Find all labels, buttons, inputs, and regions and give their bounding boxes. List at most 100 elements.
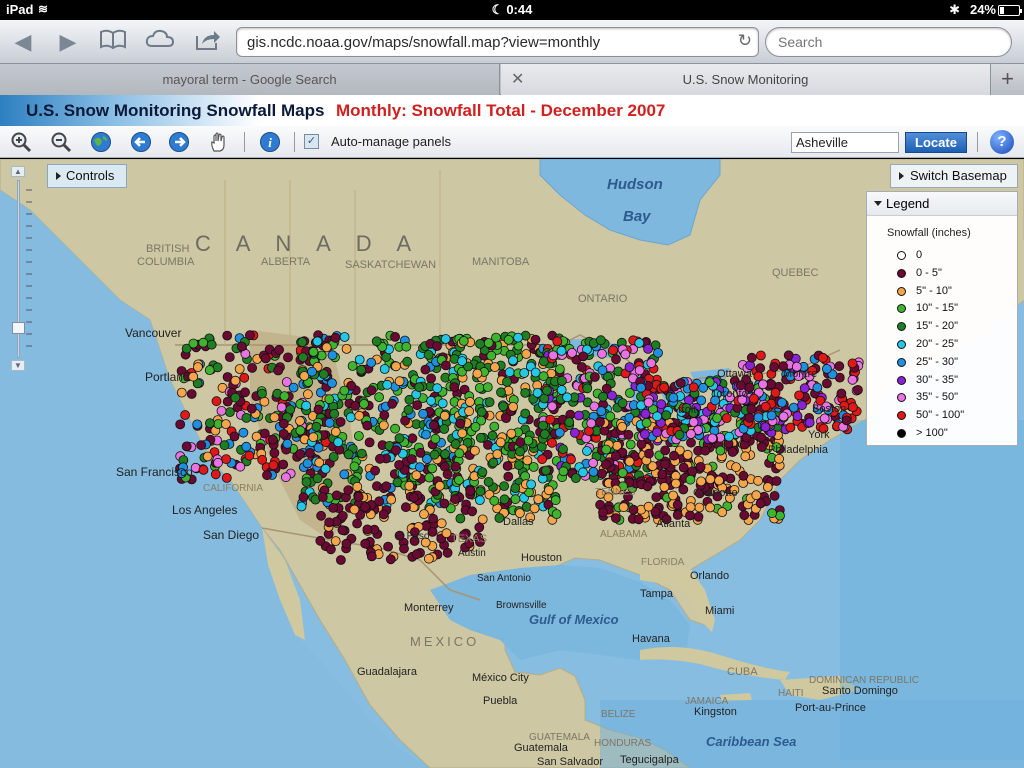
label-miami: Miami bbox=[705, 605, 734, 617]
label-guadalajara: Guadalajara bbox=[357, 666, 418, 678]
label-brownsville: Brownsville bbox=[496, 600, 547, 611]
checkmark-icon: ✓ bbox=[306, 135, 317, 147]
forward-icon[interactable]: ▶ bbox=[53, 28, 83, 56]
tab-label: U.S. Snow Monitoring bbox=[682, 72, 809, 87]
legend-swatch bbox=[897, 429, 906, 438]
tab-snow-monitoring[interactable]: ✕ U.S. Snow Monitoring bbox=[501, 64, 990, 95]
tab-google-search[interactable]: mayoral term - Google Search bbox=[0, 64, 500, 95]
pan-hand-icon[interactable] bbox=[208, 131, 230, 153]
legend-label: 30" - 35" bbox=[916, 373, 959, 386]
label-dallas: Dallas bbox=[503, 516, 534, 528]
zoom-in-icon[interactable] bbox=[10, 131, 32, 153]
search-bar[interactable] bbox=[765, 27, 1012, 57]
label-alberta: ALBERTA bbox=[261, 256, 311, 268]
label-philadelphia: Philadelphia bbox=[768, 444, 829, 456]
label-florida: FLORIDA bbox=[641, 557, 685, 568]
bookmarks-icon[interactable] bbox=[98, 28, 128, 56]
label-losangeles: Los Angeles bbox=[172, 503, 237, 517]
switch-basemap-button[interactable]: Switch Basemap bbox=[890, 164, 1018, 188]
label-orlando: Orlando bbox=[690, 570, 729, 582]
label-bay: Bay bbox=[623, 208, 651, 225]
legend-title: Snowfall (inches) bbox=[887, 227, 971, 239]
label-california: CALIFORNIA bbox=[203, 483, 263, 494]
label-honduras: HONDURAS bbox=[594, 738, 652, 749]
new-tab-button[interactable]: + bbox=[990, 64, 1024, 95]
zoom-slider-ticks bbox=[26, 189, 32, 347]
label-bc-1: BRITISH bbox=[146, 243, 189, 255]
next-extent-icon[interactable] bbox=[168, 131, 190, 153]
label-tennessee: TENNES bbox=[595, 487, 636, 498]
battery-level bbox=[1000, 7, 1004, 14]
label-cuba: CUBA bbox=[727, 666, 758, 678]
previous-extent-icon[interactable] bbox=[130, 131, 152, 153]
legend-header[interactable]: Legend bbox=[867, 192, 1017, 216]
legend-swatch bbox=[897, 357, 906, 367]
legend-swatch bbox=[897, 411, 906, 421]
locate-input[interactable] bbox=[791, 132, 899, 153]
legend-panel: Legend Snowfall (inches) 0 0 - 5" 5" - 10"… bbox=[866, 191, 1018, 446]
page-title: U.S. Snow Monitoring Snowfall Maps bbox=[26, 101, 325, 120]
battery-icon bbox=[998, 5, 1022, 16]
label-mexico: MEXICO bbox=[410, 634, 479, 649]
clock-time: 0:44 bbox=[506, 2, 533, 17]
auto-manage-checkbox[interactable]: ✓ bbox=[304, 134, 319, 149]
zoom-slider-thumb[interactable] bbox=[12, 322, 25, 334]
label-sansalvador: San Salvador bbox=[537, 756, 603, 768]
reload-icon[interactable]: ↻ bbox=[738, 31, 752, 51]
legend-label: 10" - 15" bbox=[916, 302, 959, 315]
label-santodomingo: Santo Domingo bbox=[822, 685, 898, 697]
label-portland: Portland bbox=[145, 370, 190, 384]
zoom-slider[interactable]: ▲ ▼ bbox=[10, 166, 32, 372]
label-bc-2: COLUMBIA bbox=[137, 256, 195, 268]
legend-swatch bbox=[897, 322, 906, 332]
label-saskatchewan: SASKATCHEWAN bbox=[345, 259, 436, 271]
label-sanfrancisco: San Francisco bbox=[116, 465, 193, 479]
map-toolbar: i ✓ Auto-manage panels Locate ? bbox=[0, 126, 1024, 158]
battery-percent: 24% bbox=[969, 2, 996, 17]
bluetooth-icon: ✱ bbox=[949, 2, 960, 17]
close-tab-icon[interactable]: ✕ bbox=[511, 64, 524, 95]
label-puebla: Puebla bbox=[483, 695, 518, 707]
zoom-slider-up-icon[interactable]: ▲ bbox=[11, 166, 25, 177]
ios-status-bar: iPad ≋ ☾ 0:44 ✱ 24% bbox=[0, 0, 1024, 20]
zoom-slider-down-icon[interactable]: ▼ bbox=[11, 360, 25, 371]
label-alabama: ALABAMA bbox=[600, 529, 648, 540]
label-havana: Havana bbox=[632, 633, 671, 645]
zoom-out-icon[interactable] bbox=[50, 131, 72, 153]
identify-info-icon[interactable]: i bbox=[259, 131, 281, 153]
back-icon[interactable]: ◀ bbox=[8, 28, 38, 56]
share-icon[interactable] bbox=[193, 28, 223, 56]
tab-label: mayoral term - Google Search bbox=[162, 72, 337, 87]
label-boston: Boston bbox=[812, 403, 846, 415]
label-belize: BELIZE bbox=[601, 709, 636, 720]
label-austin: Austin bbox=[458, 548, 486, 559]
help-icon[interactable]: ? bbox=[990, 130, 1014, 154]
full-extent-globe-icon[interactable] bbox=[90, 131, 112, 153]
browser-toolbar: ◀ ▶ gis.ncdc.noaa.gov/maps/snowfall.map?… bbox=[0, 20, 1024, 64]
label-toronto: Toronto bbox=[711, 388, 748, 400]
address-bar[interactable]: gis.ncdc.noaa.gov/maps/snowfall.map?view… bbox=[236, 27, 759, 57]
label-caribbean: Caribbean Sea bbox=[706, 734, 796, 749]
legend-label: > 100" bbox=[916, 427, 948, 439]
label-ontario: ONTARIO bbox=[578, 293, 628, 305]
legend-label: 0 - 5" bbox=[916, 266, 942, 279]
locate-button[interactable]: Locate bbox=[905, 132, 967, 153]
map-subtitle: Monthly: Snowfall Total - December 2007 bbox=[336, 101, 666, 120]
app-header: U.S. Snow Monitoring Snowfall Maps Month… bbox=[0, 95, 1024, 126]
label-kingston: Kingston bbox=[694, 706, 737, 718]
moon-icon: ☾ bbox=[491, 2, 504, 17]
label-detroit: troit bbox=[678, 404, 696, 416]
label-hudson: Hudson bbox=[607, 176, 663, 193]
search-input[interactable] bbox=[778, 34, 998, 50]
url-text: gis.ncdc.noaa.gov/maps/snowfall.map?view… bbox=[247, 34, 601, 51]
legend-swatch bbox=[897, 340, 906, 349]
legend-label: 0 bbox=[916, 249, 923, 261]
label-newyork: York bbox=[808, 429, 830, 441]
label-guatemala-city: Guatemala bbox=[514, 742, 569, 754]
controls-button[interactable]: Controls bbox=[47, 164, 127, 188]
label-sanantonio: San Antonio bbox=[477, 573, 531, 584]
icloud-icon[interactable] bbox=[145, 28, 175, 56]
label-ottawa: Ottawa bbox=[717, 368, 753, 380]
legend-swatch bbox=[897, 251, 906, 260]
toolbar-divider bbox=[977, 132, 978, 152]
